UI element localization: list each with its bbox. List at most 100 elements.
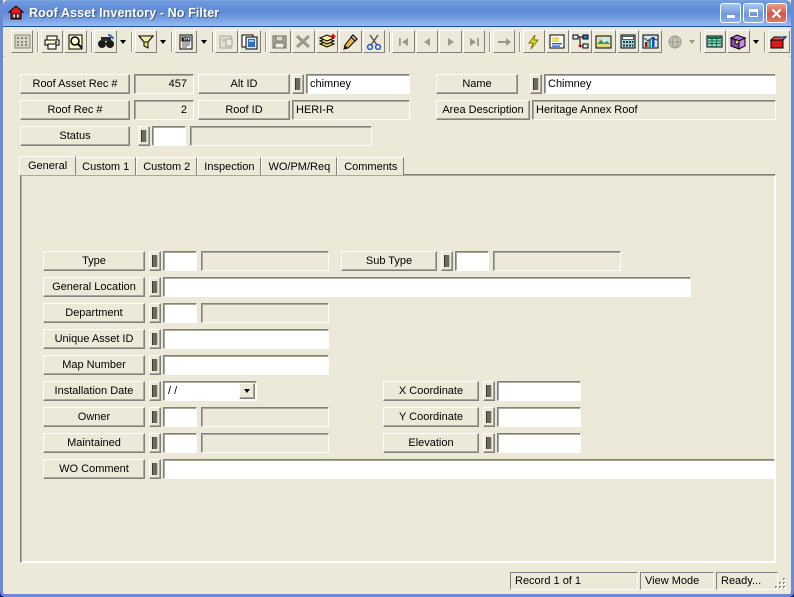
elevation-field[interactable] [497,433,581,453]
find-dropdown-icon[interactable] [118,30,128,53]
map-number-field[interactable] [163,355,329,375]
spreadsheet-icon[interactable] [703,30,727,53]
map-number-lookup-button[interactable] [149,355,161,375]
general-location-label[interactable]: General Location [43,277,145,297]
type-label[interactable]: Type [43,251,145,271]
sub-type-lookup-button[interactable] [441,251,453,271]
action-icon[interactable] [522,30,546,53]
chart-icon[interactable] [640,30,663,53]
status-label[interactable]: Status [20,126,130,146]
installation-date-label[interactable]: Installation Date [43,381,145,401]
installation-date-field[interactable]: / / [163,381,257,401]
type-code-field[interactable] [163,251,197,271]
maintained-code-field[interactable] [163,433,197,453]
chevron-down-icon[interactable] [239,383,255,399]
unique-asset-id-lookup-button[interactable] [149,329,161,349]
x-coordinate-label[interactable]: X Coordinate [383,381,479,401]
copy-to-icon[interactable] [215,30,238,53]
roof-rec-label[interactable]: Roof Rec # [20,100,130,120]
name-lookup-button[interactable] [530,74,542,94]
links-icon[interactable] [569,30,593,53]
unique-asset-id-label[interactable]: Unique Asset ID [43,329,145,349]
alt-id-label[interactable]: Alt ID [198,74,290,94]
filter-icon[interactable] [134,30,158,53]
minimize-button[interactable] [720,3,741,23]
resize-grip-icon[interactable] [772,575,786,589]
name-label[interactable]: Name [436,74,518,94]
type-lookup-button[interactable] [149,251,161,271]
grid-view-icon[interactable] [11,30,34,53]
tab-custom-1[interactable]: Custom 1 [75,157,137,175]
print-icon[interactable] [40,30,64,53]
department-description-field [201,303,329,323]
add-record-icon[interactable] [315,30,339,53]
cut-icon[interactable] [362,30,385,53]
edit-record-icon[interactable] [339,30,362,53]
owner-code-field[interactable] [163,407,197,427]
main-toolbar [3,27,791,57]
globe-icon[interactable] [663,30,685,53]
unique-asset-id-field[interactable] [163,329,329,349]
department-label[interactable]: Department [43,303,145,323]
y-coordinate-field[interactable] [497,407,581,427]
delete-record-icon[interactable] [292,30,315,53]
save-icon[interactable] [268,30,292,53]
next-record-icon[interactable] [439,30,462,53]
y-coordinate-lookup-button[interactable] [483,407,495,427]
previous-record-icon[interactable] [415,30,439,53]
area-description-label[interactable]: Area Description [436,100,530,120]
alt-id-field[interactable]: chimney [306,74,410,94]
elevation-lookup-button[interactable] [483,433,495,453]
name-field[interactable]: Chimney [544,74,776,94]
status-lookup-button[interactable] [138,126,150,146]
calculator-icon[interactable] [616,30,639,53]
last-record-icon[interactable] [462,30,486,53]
status-code-field[interactable] [152,126,186,146]
department-code-field[interactable] [163,303,197,323]
wo-comment-lookup-button[interactable] [149,459,161,479]
maintained-label[interactable]: Maintained [43,433,145,453]
help-icon[interactable] [727,30,750,53]
status-state-cell: Ready... [716,572,778,590]
exit-icon[interactable] [767,30,790,53]
map-number-label[interactable]: Map Number [43,355,145,375]
duplicate-record-icon[interactable] [238,30,262,53]
roof-id-label[interactable]: Roof ID [198,100,290,120]
general-location-field[interactable] [163,277,691,297]
report-dropdown-icon[interactable] [198,30,208,53]
first-record-icon[interactable] [392,30,415,53]
owner-lookup-button[interactable] [149,407,161,427]
tab-comments[interactable]: Comments [337,157,405,175]
x-coordinate-field[interactable] [497,381,581,401]
wo-comment-label[interactable]: WO Comment [43,459,145,479]
maintained-description-field [201,433,329,453]
globe-dropdown-icon[interactable] [687,30,697,53]
close-button[interactable] [766,3,787,23]
help-dropdown-icon[interactable] [751,30,761,53]
maximize-button[interactable] [743,3,764,23]
tab-general[interactable]: General [19,156,77,175]
filter-dropdown-icon[interactable] [158,30,168,53]
goto-record-icon[interactable] [492,30,516,53]
notes-icon[interactable] [546,30,569,53]
report-icon[interactable] [174,30,198,53]
alt-id-lookup-button[interactable] [292,74,304,94]
sub-type-label[interactable]: Sub Type [341,251,437,271]
find-icon[interactable] [94,30,117,53]
image-icon[interactable] [593,30,616,53]
installation-date-lookup-button[interactable] [149,381,161,401]
print-preview-icon[interactable] [64,30,87,53]
wo-comment-field[interactable] [163,459,775,479]
elevation-label[interactable]: Elevation [383,433,479,453]
general-location-lookup-button[interactable] [149,277,161,297]
owner-label[interactable]: Owner [43,407,145,427]
tab-wo-pm-req[interactable]: WO/PM/Req [261,157,338,175]
tab-inspection[interactable]: Inspection [197,157,262,175]
y-coordinate-label[interactable]: Y Coordinate [383,407,479,427]
department-lookup-button[interactable] [149,303,161,323]
maintained-lookup-button[interactable] [149,433,161,453]
roof-asset-rec-label[interactable]: Roof Asset Rec # [20,74,130,94]
sub-type-code-field[interactable] [455,251,489,271]
tab-custom-2[interactable]: Custom 2 [136,157,198,175]
x-coordinate-lookup-button[interactable] [483,381,495,401]
